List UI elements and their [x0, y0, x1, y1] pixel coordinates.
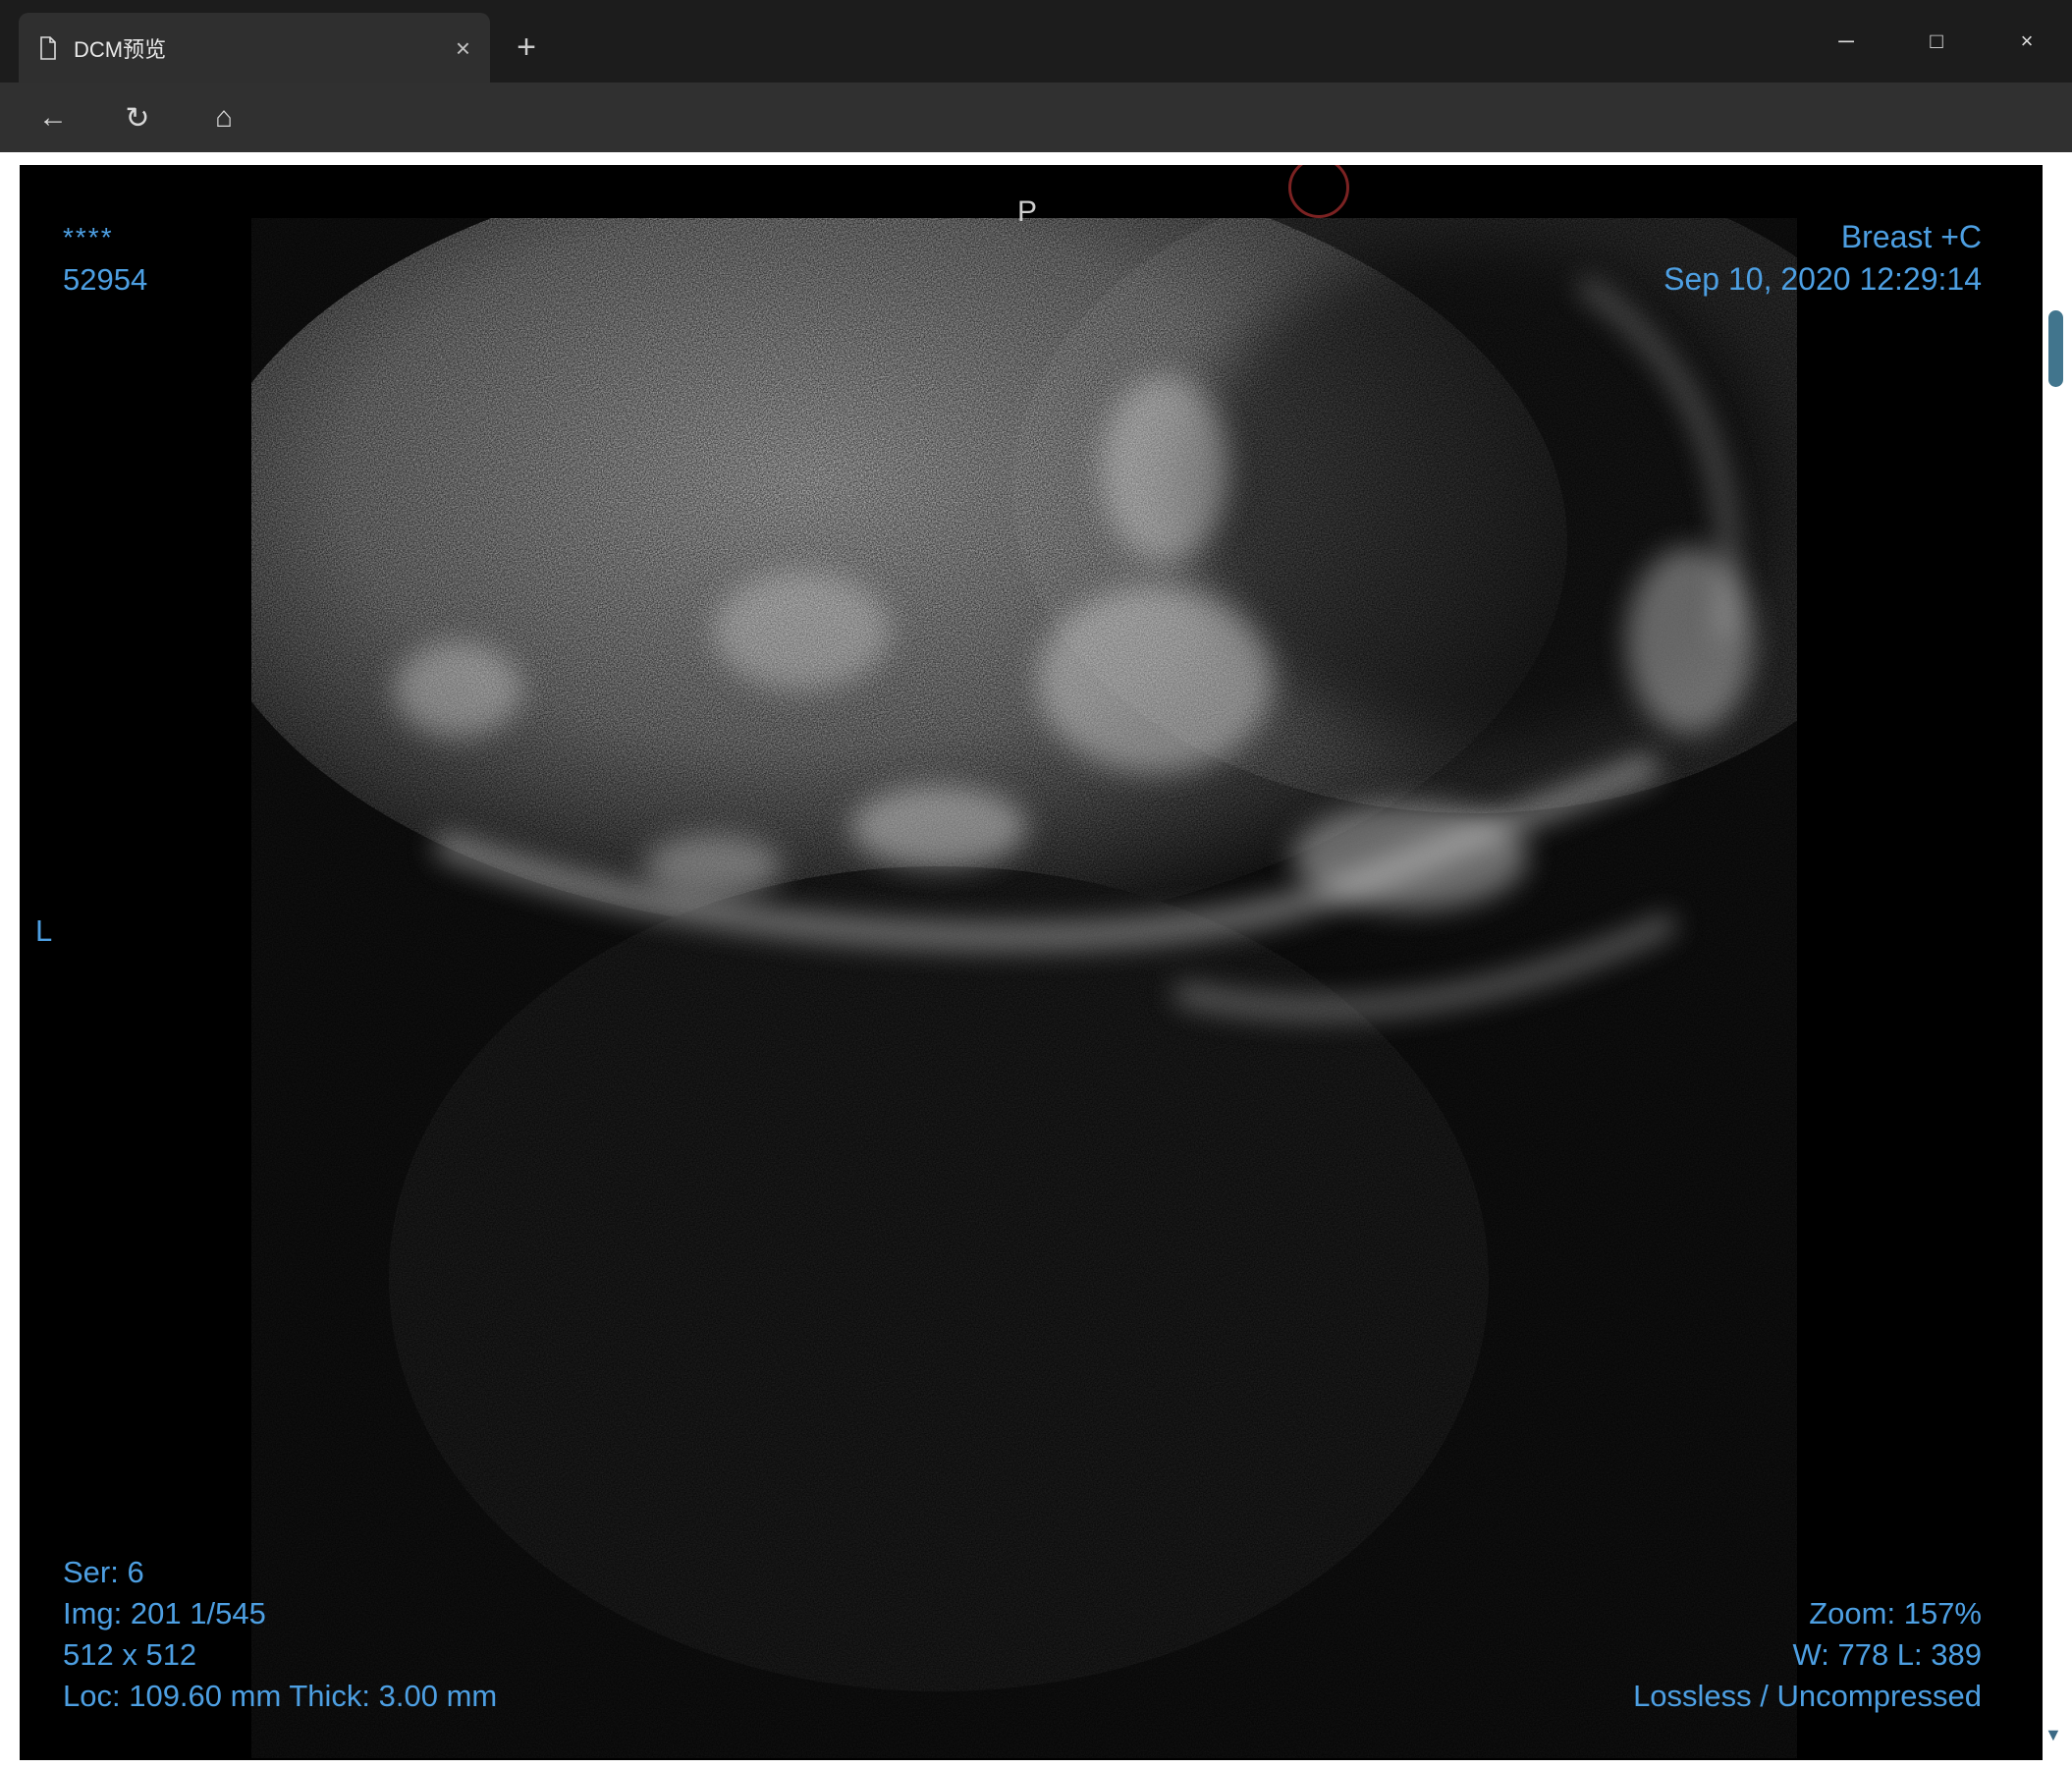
title-bar: DCM预览 × + ─ □ × [0, 0, 2072, 83]
maximize-button[interactable]: □ [1891, 0, 1982, 83]
page-content: **** 52954 P L Breast +C Sep 10, 2020 12… [0, 152, 2072, 1768]
image-matrix: 512 x 512 [63, 1637, 197, 1672]
dicom-image [251, 218, 1797, 1758]
document-icon [38, 35, 58, 60]
study-info-overlay: Breast +C Sep 10, 2020 12:29:14 [1663, 216, 1982, 301]
patient-id: 52954 [63, 262, 148, 297]
patient-info-overlay: **** 52954 [63, 216, 147, 301]
display-info-overlay: Zoom: 157% W: 778 L: 389 Lossless / Unco… [1633, 1593, 1982, 1717]
orientation-marker-left: L [35, 913, 53, 948]
back-button[interactable]: ← [26, 90, 81, 145]
browser-tab[interactable]: DCM预览 × [19, 13, 490, 83]
minimize-button[interactable]: ─ [1801, 0, 1891, 83]
close-button[interactable]: × [1982, 0, 2072, 83]
home-button[interactable]: ⌂ [196, 90, 251, 145]
tab-title: DCM预览 [74, 36, 167, 62]
dicom-viewer[interactable]: **** 52954 P L Breast +C Sep 10, 2020 12… [20, 165, 2043, 1760]
patient-name: **** [63, 222, 114, 252]
annotation-circle [1288, 165, 1349, 218]
compression-info: Lossless / Uncompressed [1633, 1679, 1982, 1713]
study-datetime: Sep 10, 2020 12:29:14 [1663, 261, 1982, 297]
slice-location: Loc: 109.60 mm Thick: 3.00 mm [63, 1679, 498, 1713]
study-description: Breast +C [1840, 219, 1982, 254]
scrollbar-thumb[interactable] [2048, 310, 2063, 387]
scrollbar-down-arrow[interactable]: ▼ [2045, 1725, 2062, 1745]
refresh-button[interactable]: ↻ [110, 90, 165, 145]
navigation-bar: ← ↻ ⌂ https://file.kkview.cn/onlinePrevi… [0, 83, 2072, 226]
series-number: Ser: 6 [63, 1555, 144, 1589]
window-level: W: 778 L: 389 [1792, 1637, 1982, 1672]
orientation-marker-posterior: P [1017, 195, 1038, 228]
zoom-level: Zoom: 157% [1809, 1596, 1982, 1630]
new-tab-button[interactable]: + [503, 24, 550, 71]
window-controls: ─ □ × [1801, 0, 2072, 83]
series-info-overlay: Ser: 6 Img: 201 1/545 512 x 512 Loc: 109… [63, 1552, 497, 1717]
image-number: Img: 201 1/545 [63, 1596, 266, 1630]
tab-close-icon[interactable]: × [456, 35, 470, 61]
